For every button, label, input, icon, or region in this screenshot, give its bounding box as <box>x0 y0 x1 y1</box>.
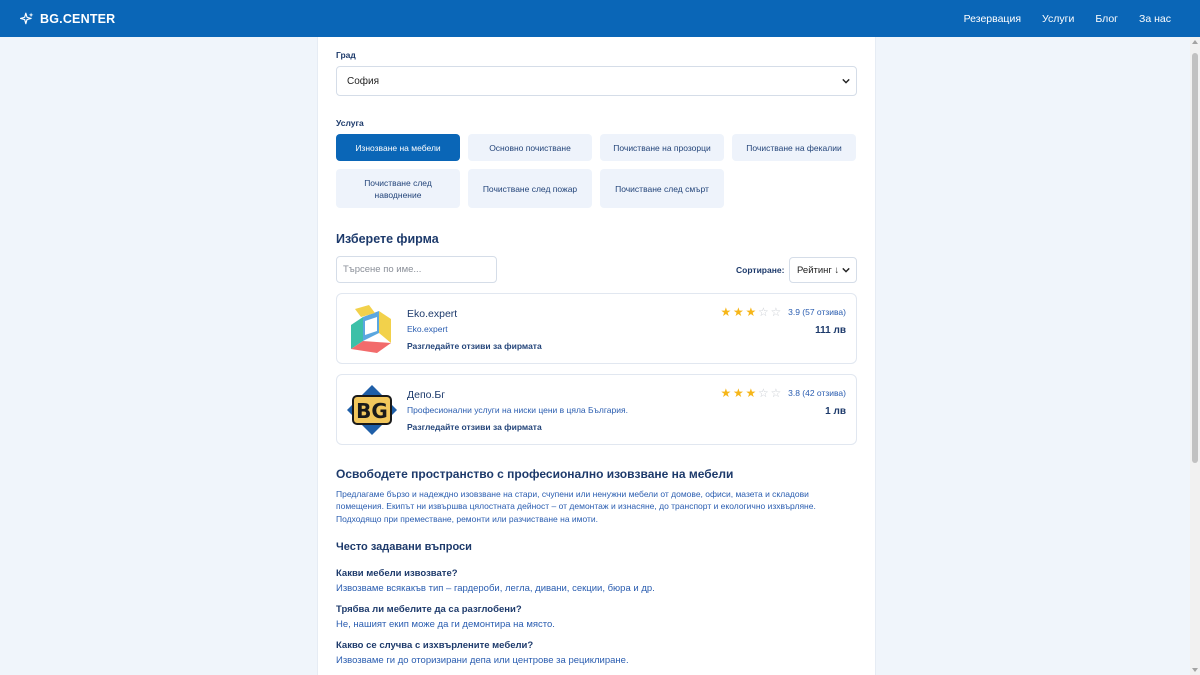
service-option-deep-cleaning[interactable]: Основно почистване <box>468 134 592 161</box>
svg-text:BG: BG <box>356 399 388 423</box>
main-nav: Резервация Услуги Блог За нас <box>964 0 1171 37</box>
service-option-death-cleaning[interactable]: Почистване след смърт <box>600 169 724 208</box>
faq-question: Трябва ли мебелите да са разглобени? <box>336 604 522 615</box>
star-icon: ☆ <box>770 386 782 400</box>
star-icon: ★ <box>732 386 744 400</box>
scroll-up-arrow-icon[interactable] <box>1192 40 1198 44</box>
booking-card: Град София Услуга Изнозване на мебели Ос… <box>317 37 876 675</box>
sort-label: Сортиране: <box>736 265 785 275</box>
firm-card-depo-bg[interactable]: BG Депо.Бг Професионални услуги на ниски… <box>336 374 857 445</box>
firm-description: Професионални услуги на ниски цени в цял… <box>407 405 628 415</box>
brand-logo[interactable]: BG.CENTER <box>20 0 115 37</box>
firm-card-eko-expert[interactable]: Eko.expert Eko.expert Разгледайте отзиви… <box>336 293 857 364</box>
sparkle-icon <box>20 12 34 24</box>
faq-question: Какво се случва с изхвърлените мебели? <box>336 640 534 651</box>
firm-reviews-link[interactable]: Разгледайте отзиви за фирмата <box>407 341 542 351</box>
firm-reviews-link[interactable]: Разгледайте отзиви за фирмата <box>407 422 542 432</box>
star-icon: ★ <box>745 386 757 400</box>
nav-link-blog[interactable]: Блог <box>1095 13 1118 25</box>
page-scrollbar[interactable] <box>1190 37 1200 675</box>
scroll-down-arrow-icon[interactable] <box>1192 668 1198 672</box>
firm-description: Eko.expert <box>407 324 448 334</box>
star-icon: ☆ <box>757 386 769 400</box>
faq-answer: Извозваме ги до оторизирани депа или цен… <box>336 655 629 666</box>
service-option-furniture-removal[interactable]: Изнозване на мебели <box>336 134 460 161</box>
faq-answer: Извозваме всякакъв тип – гардероби, легл… <box>336 583 655 594</box>
star-icon: ☆ <box>757 305 769 319</box>
scrollbar-thumb[interactable] <box>1192 53 1198 463</box>
nav-link-reservation[interactable]: Резервация <box>964 13 1021 25</box>
nav-link-services[interactable]: Услуги <box>1042 13 1074 25</box>
service-option-fire-cleaning[interactable]: Почистване след пожар <box>468 169 592 208</box>
firm-name: Депо.Бг <box>407 389 446 401</box>
service-option-feces-cleaning[interactable]: Почистване на фекалии <box>732 134 856 161</box>
star-icon: ☆ <box>770 305 782 319</box>
firm-logo-depo-bg: BG <box>345 384 399 436</box>
top-navbar: BG.CENTER Резервация Услуги Блог За нас <box>0 0 1200 37</box>
city-select-value: София <box>347 75 380 87</box>
firms-section-title: Изберете фирма <box>336 232 439 246</box>
faq-title: Често задавани въпроси <box>336 541 472 553</box>
city-label: Град <box>336 50 356 60</box>
star-icon: ★ <box>732 305 744 319</box>
star-icon: ★ <box>720 386 732 400</box>
firm-logo-eko-expert <box>345 303 399 355</box>
service-option-flood-cleaning[interactable]: Почистване след наводнение <box>336 169 460 208</box>
firm-search-input[interactable]: Търсене по име... <box>336 256 497 283</box>
firm-rating: ★ ★ ★ ☆ ☆ 3.9 (57 отзива) <box>720 306 846 318</box>
chevron-down-icon <box>842 267 850 273</box>
faq-answer: Не, нашият екип може да ги демонтира на … <box>336 619 555 630</box>
service-option-window-cleaning[interactable]: Почистване на прозорци <box>600 134 724 161</box>
faq-question: Какви мебели извозвате? <box>336 568 458 579</box>
rating-text: 3.8 (42 отзива) <box>788 388 846 398</box>
firm-name: Eko.expert <box>407 308 458 320</box>
firm-rating: ★ ★ ★ ☆ ☆ 3.8 (42 отзива) <box>720 387 846 399</box>
service-label: Услуга <box>336 118 364 128</box>
chevron-down-icon <box>842 78 850 84</box>
brand-name: BG.CENTER <box>40 11 116 26</box>
sort-select[interactable]: Рейтинг ↓ <box>789 257 857 283</box>
info-text: Предлагаме бързо и надеждно изовзване на… <box>336 489 816 524</box>
star-icon: ★ <box>720 305 732 319</box>
info-title: Освободете пространство с професионално … <box>336 467 734 481</box>
star-rating: ★ ★ ★ ☆ ☆ <box>720 306 783 318</box>
firm-search-placeholder: Търсене по име... <box>343 264 422 275</box>
star-rating: ★ ★ ★ ☆ ☆ <box>720 387 783 399</box>
star-icon: ★ <box>745 305 757 319</box>
sort-select-value: Рейтинг ↓ <box>797 264 840 276</box>
firm-price: 111 лв <box>815 325 846 336</box>
firm-price: 1 лв <box>825 406 846 417</box>
city-select[interactable]: София <box>336 66 857 96</box>
rating-text: 3.9 (57 отзива) <box>788 307 846 317</box>
nav-link-about[interactable]: За нас <box>1139 13 1171 25</box>
